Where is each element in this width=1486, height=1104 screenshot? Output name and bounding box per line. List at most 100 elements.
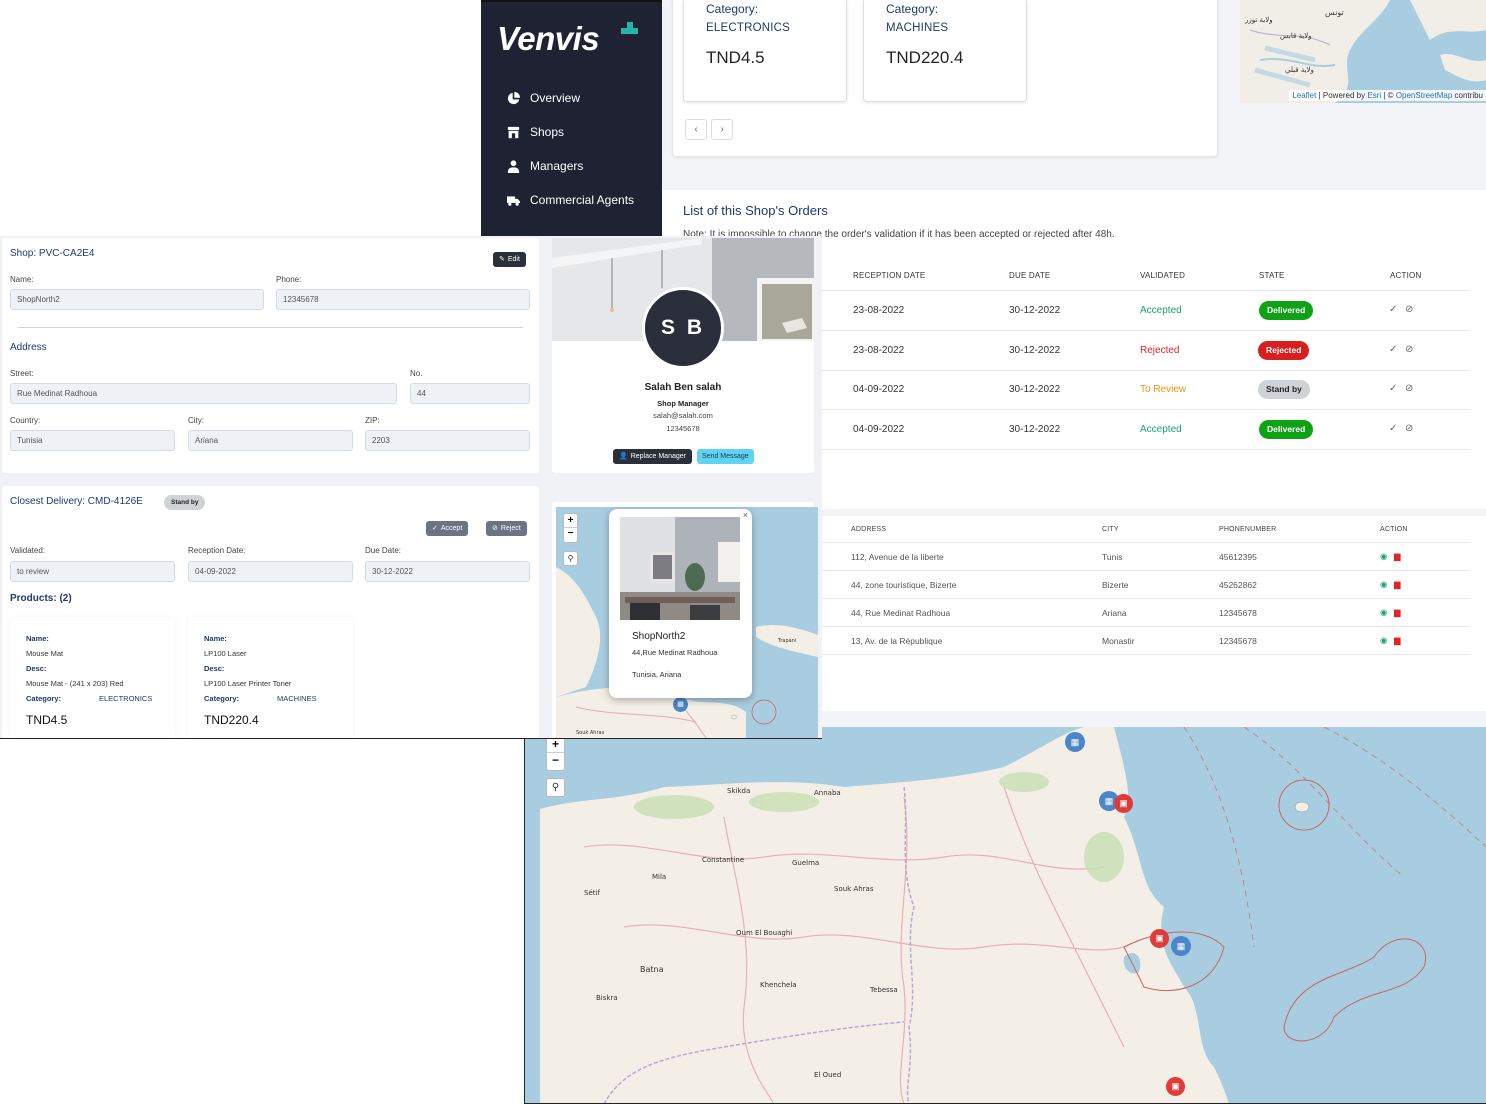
column-header-due-date[interactable]: DUE DATE <box>1009 271 1050 280</box>
zip-field[interactable]: 2203 <box>365 430 530 451</box>
sidebar-item-shops[interactable]: Shops <box>507 125 564 139</box>
street-field[interactable]: Rue Medinat Radhoua <box>10 383 397 404</box>
products-title: Products: (2) <box>10 593 72 604</box>
reception-date-label: Reception Date: <box>188 546 246 555</box>
shops-map[interactable]: Skikda Annaba Constantine Guelma Mila So… <box>524 727 1486 1104</box>
svg-text:Constantine: Constantine <box>702 856 744 864</box>
validated-cell: Accepted <box>1140 424 1182 435</box>
city-cell: Tunis <box>1102 552 1123 562</box>
sidebar-item-label: Overview <box>530 91 581 105</box>
eye-icon[interactable]: ◉ <box>1380 579 1387 590</box>
product-card-machines: Category: MACHINES TND220.4 <box>863 0 1027 102</box>
sidebar-item-managers[interactable]: Managers <box>507 159 583 173</box>
approve-icon[interactable]: ✓ <box>1389 423 1397 434</box>
carousel-prev-button[interactable]: ‹ <box>685 119 707 140</box>
table-divider <box>822 409 1470 410</box>
trash-icon[interactable]: ▆ <box>1394 551 1401 562</box>
table-divider <box>822 449 1470 450</box>
delivery-marker-icon[interactable]: ▣ <box>1114 794 1133 813</box>
name-field[interactable]: ShopNorth2 <box>10 289 264 310</box>
trash-icon[interactable]: ▆ <box>1394 607 1401 618</box>
map-search-icon[interactable]: ⚲ <box>546 778 565 797</box>
brand-logo[interactable]: Venvis <box>497 20 600 58</box>
zoom-in-button[interactable]: + <box>564 514 577 528</box>
manager-email[interactable]: salah@salah.com <box>552 411 814 420</box>
svg-text:تونس: تونس <box>1325 8 1344 17</box>
state-badge: Delivered <box>1259 420 1314 439</box>
column-header-city[interactable]: CITY <box>1102 526 1119 533</box>
number-field[interactable]: 44 <box>410 383 530 404</box>
street-label: Street: <box>10 369 34 378</box>
manager-role: Shop Manager <box>657 399 709 408</box>
ban-icon[interactable]: ⊘ <box>1405 304 1413 315</box>
send-message-button[interactable]: Send Message <box>697 449 754 464</box>
leaflet-link[interactable]: Leaflet <box>1292 91 1316 100</box>
trash-icon[interactable]: ▆ <box>1394 579 1401 590</box>
ban-icon[interactable]: ⊘ <box>1405 383 1413 394</box>
column-header-address[interactable]: ADDRESS <box>851 526 886 533</box>
due-date-cell: 30-12-2022 <box>1009 384 1061 395</box>
check-icon: ✓ <box>432 525 438 532</box>
replace-manager-button[interactable]: 👤 Replace Manager <box>613 449 692 464</box>
user-tie-icon <box>507 159 520 173</box>
column-header-action: ACTION <box>1390 271 1422 280</box>
shops-map-tiles: Skikda Annaba Constantine Guelma Mila So… <box>524 727 1486 1104</box>
product-name: Mouse Mat <box>26 649 64 658</box>
city-cell: Ariana <box>1102 608 1127 618</box>
trash-icon[interactable]: ▆ <box>1394 635 1401 646</box>
product-name-label: Name: <box>26 634 49 643</box>
shop-marker-icon[interactable]: ▦ <box>673 697 688 712</box>
esri-link[interactable]: Esri <box>1367 91 1381 100</box>
product-category-label: Category: <box>26 694 62 703</box>
sidebar-item-overview[interactable]: Overview <box>507 91 580 105</box>
edit-button[interactable]: ✎ Edit <box>493 252 526 267</box>
sidebar-item-label: Shops <box>530 125 565 139</box>
city-field[interactable]: Ariana <box>188 430 353 451</box>
due-date-field[interactable]: 30-12-2022 <box>365 561 530 582</box>
table-divider <box>822 654 1470 655</box>
validated-field[interactable]: to review <box>10 561 175 582</box>
column-header-validated[interactable]: VALIDATED <box>1140 271 1185 280</box>
approve-icon[interactable]: ✓ <box>1389 344 1397 355</box>
column-header-action: ACTION <box>1380 526 1408 533</box>
product-price: TND4.5 <box>706 48 765 67</box>
approve-icon[interactable]: ✓ <box>1389 383 1397 394</box>
ban-icon[interactable]: ⊘ <box>1405 423 1413 434</box>
overview-map[interactable]: تونس ولاية قابس ولاية قبلي ولاية توزر Le… <box>1240 0 1486 103</box>
eye-icon[interactable]: ◉ <box>1380 551 1387 562</box>
approve-icon[interactable]: ✓ <box>1389 304 1397 315</box>
accept-button[interactable]: ✓ Accept <box>426 521 469 536</box>
reject-button[interactable]: ⊘ Reject <box>486 521 527 536</box>
zoom-out-button[interactable]: − <box>564 528 577 542</box>
eye-icon[interactable]: ◉ <box>1380 607 1387 618</box>
table-divider <box>822 542 1470 543</box>
popup-close-icon[interactable]: × <box>743 510 748 520</box>
sidebar-item-label: Commercial Agents <box>530 193 635 207</box>
osm-link[interactable]: OpenStreetMap <box>1396 91 1452 100</box>
validated-cell: Accepted <box>1140 305 1182 316</box>
svg-text:Souk Ahras: Souk Ahras <box>834 885 874 893</box>
truck-icon <box>507 195 520 206</box>
popup-shop-address: 44,Rue Medinat Radhoua <box>632 648 718 657</box>
carousel-next-button[interactable]: › <box>711 119 733 140</box>
zoom-out-button[interactable]: − <box>547 753 564 770</box>
sidebar: Venvis Overview Shops Managers Commercia… <box>481 0 662 238</box>
column-header-reception-date[interactable]: RECEPTION DATE <box>853 271 925 280</box>
phone-label: Phone: <box>276 275 302 284</box>
delivery-marker-icon[interactable]: ▣ <box>1166 1077 1185 1096</box>
phone-field[interactable]: 12345678 <box>276 289 530 310</box>
shop-marker-icon[interactable]: ▦ <box>1171 936 1191 956</box>
eye-icon[interactable]: ◉ <box>1380 635 1387 646</box>
svg-text:Skikda: Skikda <box>727 787 750 795</box>
reception-date-field[interactable]: 04-09-2022 <box>188 561 353 582</box>
ban-icon[interactable]: ⊘ <box>1405 344 1413 355</box>
sidebar-item-commercial-agents[interactable]: Commercial Agents <box>507 193 634 207</box>
map-search-icon[interactable]: ⚲ <box>563 551 578 566</box>
country-field[interactable]: Tunisia <box>10 430 175 451</box>
table-divider <box>822 570 1470 571</box>
shop-marker-icon[interactable]: ▦ <box>1065 732 1085 752</box>
column-header-state[interactable]: STATE <box>1259 271 1285 280</box>
column-header-phone[interactable]: PHONENUMBER <box>1219 526 1276 533</box>
zip-label: ZIP: <box>365 416 380 425</box>
delivery-marker-icon[interactable]: ▣ <box>1150 929 1169 948</box>
